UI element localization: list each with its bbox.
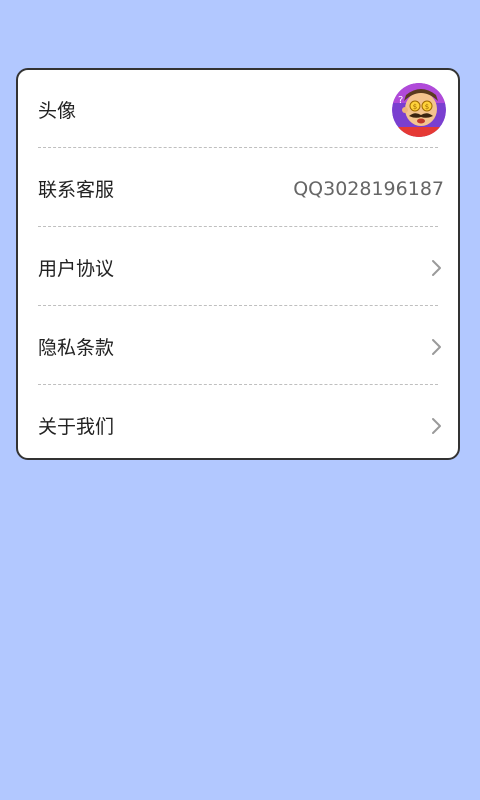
- about-us-label: 关于我们: [38, 416, 115, 438]
- privacy-policy-row[interactable]: 隐私条款: [38, 307, 444, 386]
- chevron-right-icon: [432, 417, 441, 434]
- divider: [38, 226, 438, 227]
- svg-text:?: ?: [398, 95, 403, 106]
- svg-text:$: $: [413, 103, 417, 111]
- avatar-image[interactable]: $ $ ?: [392, 82, 446, 137]
- divider: [38, 384, 438, 385]
- divider: [38, 147, 438, 148]
- avatar-label: 头像: [38, 100, 77, 122]
- contact-service-label: 联系客服: [38, 179, 115, 201]
- divider: [38, 305, 438, 306]
- settings-card: 头像 $ $ ? 联系客服 QQ3028196187 用户协议 隐私条款 关于我…: [16, 68, 460, 460]
- contact-qq-value: QQ3028196187: [293, 177, 444, 200]
- privacy-policy-label: 隐私条款: [38, 337, 115, 359]
- contact-service-row[interactable]: 联系客服 QQ3028196187: [38, 149, 444, 228]
- chevron-right-icon: [432, 259, 441, 276]
- svg-text:$: $: [425, 103, 429, 111]
- avatar-row[interactable]: 头像 $ $ ?: [38, 70, 446, 149]
- chevron-right-icon: [432, 338, 441, 355]
- user-agreement-label: 用户协议: [38, 258, 115, 280]
- about-us-row[interactable]: 关于我们: [38, 386, 444, 465]
- user-agreement-row[interactable]: 用户协议: [38, 228, 444, 307]
